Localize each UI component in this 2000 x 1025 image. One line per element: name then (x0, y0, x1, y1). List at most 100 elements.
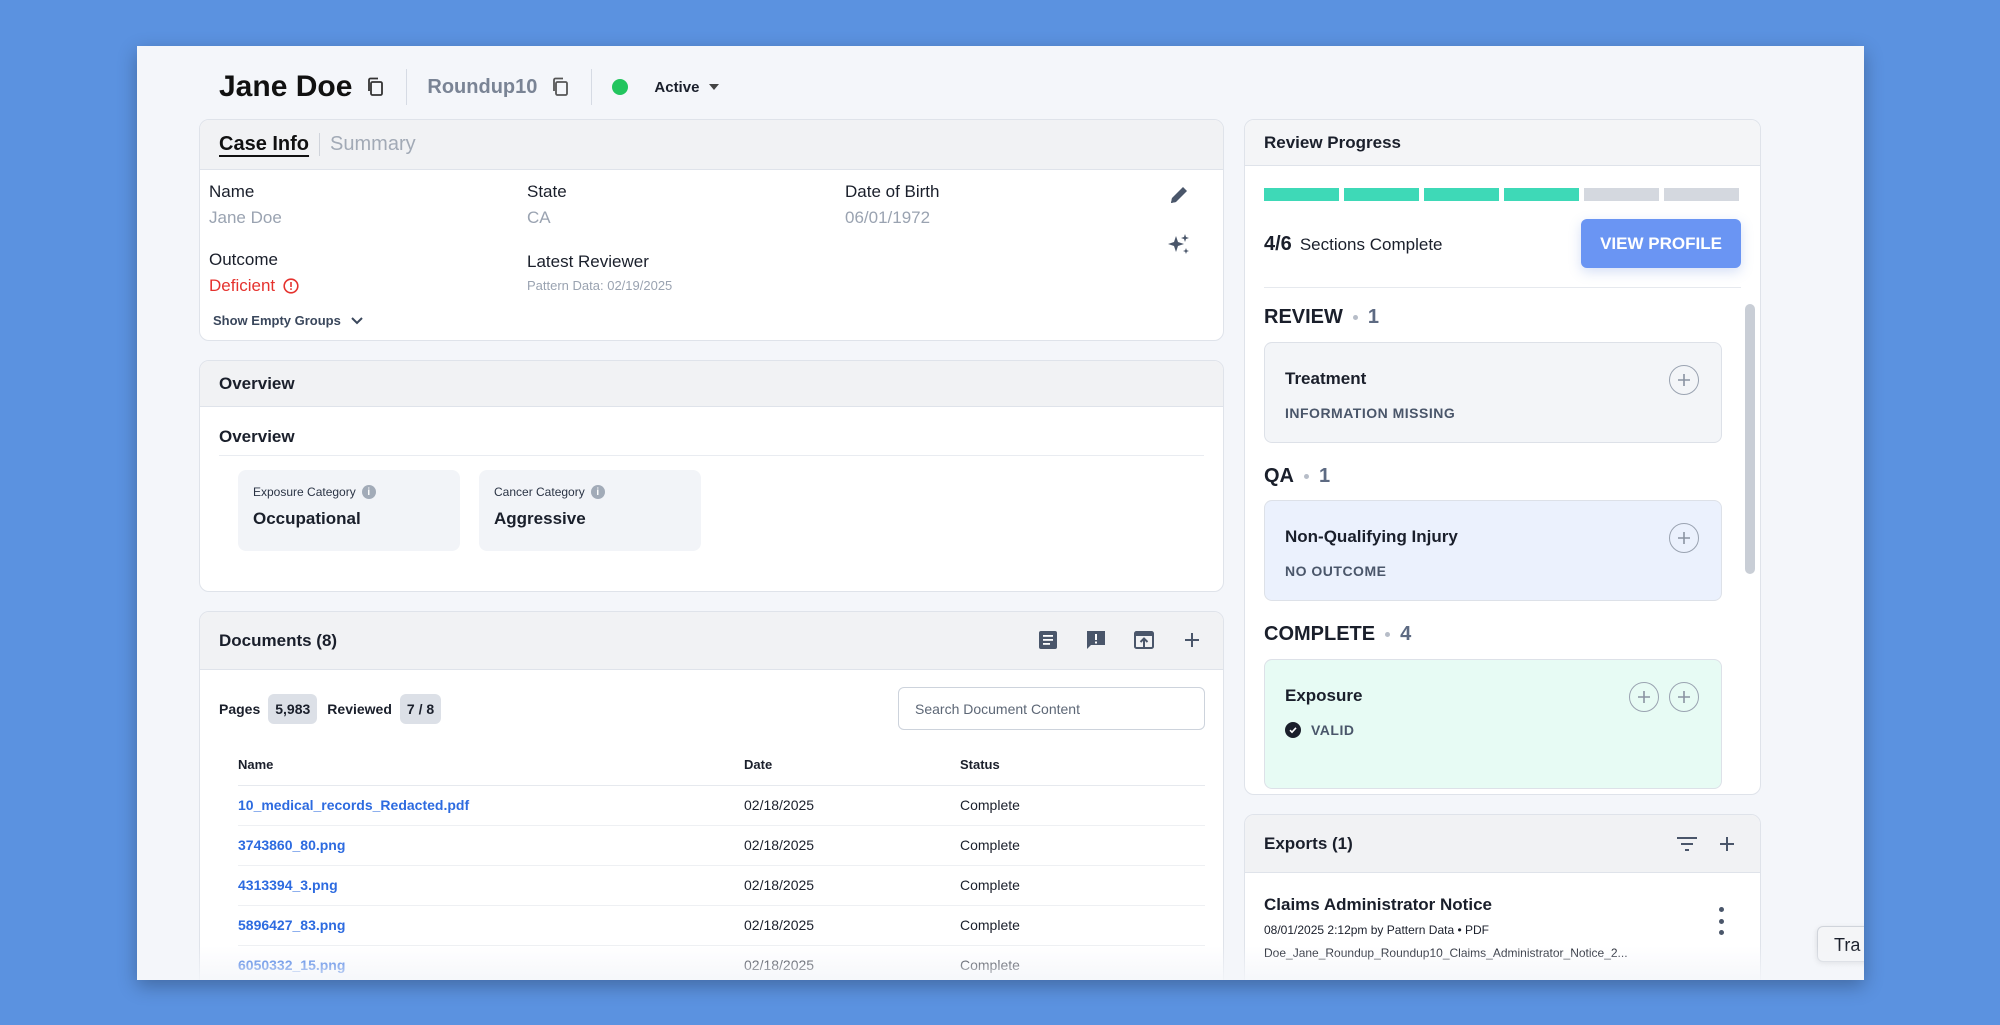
add-circle-icon[interactable] (1669, 682, 1699, 712)
field-value: 06/01/1972 (845, 208, 931, 227)
progress-segment-incomplete (1584, 188, 1659, 201)
tile-value: Aggressive (494, 509, 586, 528)
section-title: QA (1264, 465, 1294, 487)
tab-summary[interactable]: Summary (320, 133, 416, 156)
progress-segment-complete (1424, 188, 1499, 201)
table-row[interactable]: 3743860_80.png 02/18/2025 Complete (238, 825, 1205, 866)
table-row[interactable]: 5896427_83.png 02/18/2025 Complete (238, 905, 1205, 946)
document-link[interactable]: 10_medical_records_Redacted.pdf (238, 785, 744, 826)
field-label: Name (209, 182, 255, 201)
scrollbar-thumb[interactable] (1745, 304, 1755, 574)
export-item-title[interactable]: Claims Administrator Notice (1264, 895, 1492, 915)
review-progress-card: Review Progress 4/6 Sections Complete VI… (1244, 119, 1761, 795)
view-profile-button[interactable]: VIEW PROFILE (1581, 219, 1741, 268)
add-circle-icon[interactable] (1629, 682, 1659, 712)
review-item-card[interactable]: Treatment INFORMATION MISSING (1264, 342, 1722, 443)
document-link[interactable]: 4313394_3.png (238, 865, 744, 906)
status-dropdown[interactable]: Active (654, 79, 699, 96)
field-value: Pattern Data: 02/19/2025 (527, 278, 673, 293)
name-field: Name Jane Doe (209, 182, 282, 228)
info-icon[interactable]: i (361, 485, 376, 499)
table-header-row: Name Date Status (238, 745, 1205, 786)
filter-icon[interactable] (1676, 833, 1698, 855)
exports-card: Exports (1) Claims Administrator Notice … (1244, 814, 1761, 980)
qa-item-card[interactable]: Non-Qualifying Injury NO OUTCOME (1264, 500, 1722, 601)
field-label: Date of Birth (845, 182, 940, 201)
tile-label-text: Exposure Category (253, 485, 356, 499)
document-link[interactable]: 3743860_80.png (238, 825, 744, 866)
state-field: State CA (527, 182, 567, 228)
table-row[interactable]: 4313394_3.png 02/18/2025 Complete (238, 865, 1205, 906)
export-item-meta: 08/01/2025 2:12pm by Pattern Data • PDF (1264, 923, 1489, 937)
show-empty-label: Show Empty Groups (213, 313, 341, 328)
field-value: CA (527, 208, 551, 227)
documents-table: Name Date Status 10_medical_records_Reda… (238, 745, 1205, 980)
export-item-filename: Doe_Jane_Roundup_Roundup10_Claims_Admini… (1264, 946, 1628, 960)
progress-segment-incomplete (1664, 188, 1739, 201)
column-header-name[interactable]: Name (238, 745, 744, 786)
edit-icon[interactable] (1168, 184, 1190, 211)
document-date: 02/18/2025 (744, 905, 960, 946)
info-icon[interactable]: i (590, 485, 605, 499)
section-qa-heading: QA 1 (1264, 465, 1330, 488)
complete-item-status: VALID (1285, 722, 1701, 738)
tab-case-info[interactable]: Case Info (219, 133, 321, 156)
document-status: Complete (960, 865, 1205, 906)
field-label: Latest Reviewer (527, 252, 649, 271)
pages-label: Pages (219, 701, 261, 717)
tile-value: Occupational (253, 509, 361, 528)
chevron-down-icon[interactable] (709, 84, 720, 90)
copy-icon[interactable] (364, 76, 386, 98)
section-title: REVIEW (1264, 306, 1343, 328)
comment-alert-icon[interactable] (1085, 629, 1107, 651)
table-row[interactable]: 6050332_15.png 02/18/2025 Complete (238, 945, 1205, 980)
complete-item-card[interactable]: Exposure VALID (1264, 659, 1722, 789)
reviewed-label: Reviewed (327, 701, 392, 717)
overview-header: Overview (200, 361, 1223, 407)
add-icon[interactable] (1716, 833, 1738, 855)
column-header-status[interactable]: Status (960, 745, 1205, 786)
exports-title: Exports (1) (1264, 833, 1353, 853)
separator-dot (1352, 315, 1358, 320)
document-link[interactable]: 5896427_83.png (238, 905, 744, 946)
review-sections-scroll[interactable]: REVIEW 1 Treatment INFORMATION MISSING Q… (1245, 300, 1760, 794)
exports-toolbar (1676, 833, 1738, 855)
document-link[interactable]: 6050332_15.png (238, 945, 744, 980)
separator-dot (1304, 474, 1309, 479)
status-text: VALID (1311, 722, 1355, 738)
column-header-date[interactable]: Date (744, 745, 960, 786)
divider (406, 69, 408, 105)
document-date: 02/18/2025 (744, 825, 960, 866)
upload-icon[interactable] (1133, 629, 1155, 651)
add-icon[interactable] (1181, 629, 1203, 651)
review-progress-header: Review Progress (1245, 120, 1760, 166)
documents-card: Documents (8) Pages 5,983 Reviewed 7 / 8 (199, 611, 1224, 980)
add-circle-icon[interactable] (1669, 523, 1699, 553)
show-empty-groups-toggle[interactable]: Show Empty Groups (213, 313, 363, 328)
qa-item-title: Non-Qualifying Injury (1285, 527, 1458, 546)
sparkle-icon[interactable] (1166, 232, 1192, 263)
table-row[interactable]: 10_medical_records_Redacted.pdf 02/18/20… (238, 785, 1205, 826)
progress-bar (1264, 188, 1739, 201)
copy-icon[interactable] (549, 76, 571, 98)
tooltip: Tra (1817, 926, 1864, 962)
add-circle-icon[interactable] (1669, 365, 1699, 395)
case-header: Jane Doe Roundup10 Active (219, 62, 720, 112)
chevron-down-icon (351, 316, 363, 324)
document-status: Complete (960, 945, 1205, 980)
section-count: 4 (1400, 623, 1412, 645)
section-title: COMPLETE (1264, 623, 1376, 645)
document-list-icon[interactable] (1037, 629, 1059, 651)
more-options-icon[interactable] (1716, 907, 1726, 935)
exposure-category-tile: Exposure Category i Occupational (238, 470, 460, 551)
field-label: State (527, 182, 567, 201)
document-status: Complete (960, 825, 1205, 866)
progress-label: Sections Complete (1299, 235, 1443, 254)
documents-stats: Pages 5,983 Reviewed 7 / 8 (219, 694, 451, 724)
field-value: Jane Doe (209, 208, 282, 227)
search-document-input[interactable] (898, 687, 1205, 730)
reviewed-badge: 7 / 8 (399, 694, 442, 724)
qa-item-status: NO OUTCOME (1285, 563, 1701, 579)
case-name-title: Jane Doe (219, 70, 353, 103)
progress-segment-complete (1504, 188, 1579, 201)
